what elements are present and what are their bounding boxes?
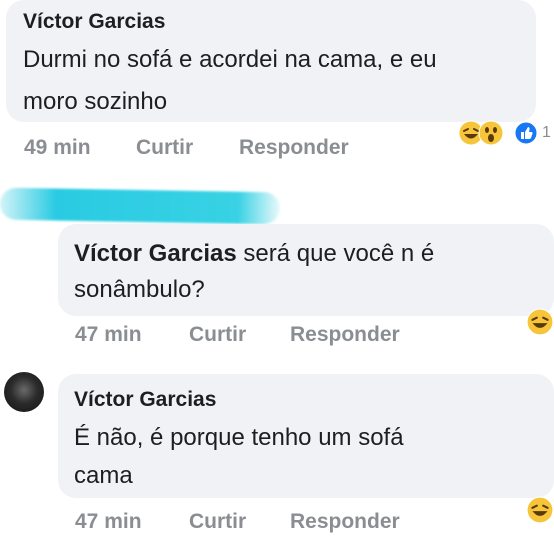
like-link-2[interactable]: Curtir bbox=[189, 323, 246, 347]
comment-text-2-line1: Víctor Garcias será que você n é bbox=[74, 238, 434, 270]
mention-author-2[interactable]: Víctor Garcias bbox=[74, 240, 237, 267]
user-avatar[interactable] bbox=[4, 372, 44, 412]
comment-text-1-line1: Durmi no sofá e acordei na cama, e eu bbox=[23, 46, 437, 73]
like-link-1[interactable]: Curtir bbox=[136, 136, 193, 160]
reply-link-2[interactable]: Responder bbox=[290, 323, 400, 347]
comment-time-2[interactable]: 47 min bbox=[75, 323, 142, 347]
like-link-3[interactable]: Curtir bbox=[189, 510, 246, 534]
haha-reaction-icon[interactable] bbox=[526, 308, 554, 336]
reply-link-3[interactable]: Responder bbox=[290, 510, 400, 534]
comment-text-3-line1: É não, é porque tenho um sofá bbox=[74, 424, 404, 451]
comment-author-3[interactable]: Víctor Garcias bbox=[74, 388, 216, 412]
comment-time-1[interactable]: 49 min bbox=[24, 136, 91, 160]
like-reaction-icon[interactable] bbox=[514, 121, 538, 145]
reply-link-1[interactable]: Responder bbox=[239, 136, 349, 160]
reaction-count[interactable]: 1 bbox=[542, 124, 551, 142]
comment-text-2-line2: sonâmbulo? bbox=[74, 276, 205, 303]
comment-time-3[interactable]: 47 min bbox=[75, 510, 142, 534]
comment-text-2-inline: será que você n é bbox=[236, 240, 435, 267]
wow-reaction-icon[interactable] bbox=[478, 120, 504, 146]
haha-reaction-icon[interactable] bbox=[526, 496, 554, 524]
comment-author-1[interactable]: Víctor Garcias bbox=[23, 10, 165, 34]
redaction-smear bbox=[0, 187, 281, 225]
comment-text-1-line2: moro sozinho bbox=[23, 88, 168, 115]
comment-text-3-line2: cama bbox=[74, 462, 133, 489]
